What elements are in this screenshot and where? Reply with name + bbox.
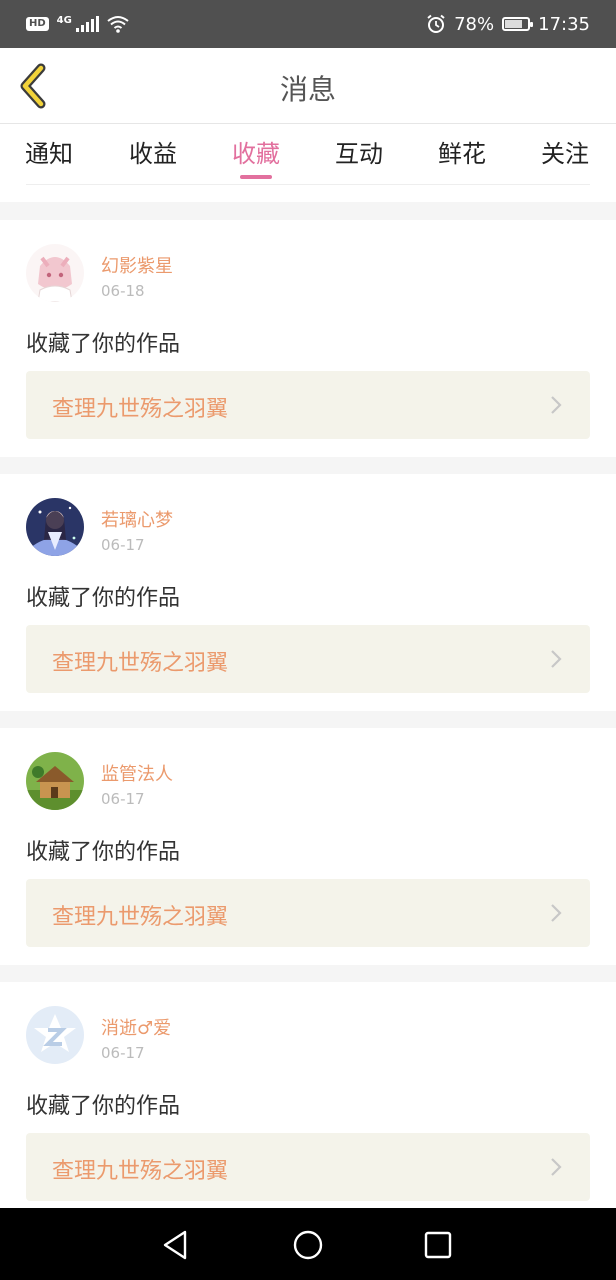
chevron-right-icon	[551, 904, 562, 922]
message-date: 06-18	[101, 282, 145, 300]
tab-label: 收藏	[232, 140, 280, 168]
avatar[interactable]	[26, 244, 84, 302]
tab-notice[interactable]: 通知	[14, 134, 84, 169]
chevron-right-icon	[551, 650, 562, 668]
hd-badge: HD	[26, 17, 49, 31]
work-link[interactable]: 查理九世殇之羽翼	[26, 371, 590, 439]
message-card: 监管法人 06-17 收藏了你的作品 查理九世殇之羽翼	[0, 728, 616, 965]
tab-underline	[240, 175, 272, 179]
system-nav-bar	[0, 1208, 616, 1280]
tab-follow[interactable]: 关注	[530, 134, 600, 169]
chevron-right-icon	[551, 396, 562, 414]
avatar[interactable]	[26, 752, 84, 810]
status-bar: HD 4G 78% 17:35	[0, 0, 616, 48]
recents-square-icon[interactable]	[421, 1228, 455, 1262]
work-title: 查理九世殇之羽翼	[52, 651, 229, 676]
action-text: 收藏了你的作品	[26, 586, 181, 611]
battery-percent: 78%	[454, 13, 495, 35]
page-title: 消息	[279, 73, 336, 106]
username[interactable]: 若璃心梦	[101, 506, 173, 532]
tab-label: 鲜花	[438, 140, 486, 168]
message-date: 06-17	[101, 1044, 145, 1062]
tab-label: 互动	[335, 140, 383, 168]
network-type: 4G	[56, 14, 72, 26]
tab-label: 收益	[129, 140, 177, 168]
username[interactable]: 消逝♂爱	[101, 1014, 171, 1040]
battery-icon	[502, 17, 534, 31]
avatar[interactable]	[26, 498, 84, 556]
work-title: 查理九世殇之羽翼	[52, 905, 229, 930]
action-text: 收藏了你的作品	[26, 332, 181, 357]
avatar[interactable]	[26, 1006, 84, 1064]
message-card: 消逝♂爱 06-17 收藏了你的作品 查理九世殇之羽翼	[0, 982, 616, 1219]
username[interactable]: 幻影紫星	[101, 252, 173, 278]
status-right: 78% 17:35	[426, 14, 590, 35]
back-triangle-icon[interactable]	[159, 1228, 193, 1262]
message-date: 06-17	[101, 536, 145, 554]
app-header: 消息	[0, 48, 616, 124]
tab-label: 关注	[541, 140, 589, 168]
action-text: 收藏了你的作品	[26, 840, 181, 865]
tab-bar: 通知 收益 收藏 互动 鲜花 关注	[0, 124, 616, 202]
alarm-icon	[427, 14, 445, 33]
message-date: 06-17	[101, 790, 145, 808]
action-text: 收藏了你的作品	[26, 1094, 181, 1119]
message-card: 若璃心梦 06-17 收藏了你的作品 查理九世殇之羽翼	[0, 474, 616, 711]
status-left: HD 4G	[26, 15, 129, 33]
tab-earnings[interactable]: 收益	[118, 134, 188, 169]
wifi-icon	[107, 16, 129, 33]
work-link[interactable]: 查理九世殇之羽翼	[26, 879, 590, 947]
tab-favorites[interactable]: 收藏	[221, 134, 291, 179]
work-title: 查理九世殇之羽翼	[52, 397, 229, 422]
tab-interaction[interactable]: 互动	[324, 134, 394, 169]
username[interactable]: 监管法人	[101, 760, 173, 786]
chevron-right-icon	[551, 1158, 562, 1176]
work-link[interactable]: 查理九世殇之羽翼	[26, 1133, 590, 1201]
clock: 17:35	[538, 13, 590, 35]
work-title: 查理九世殇之羽翼	[52, 1159, 229, 1184]
home-circle-icon[interactable]	[291, 1228, 325, 1262]
tabs-divider	[26, 184, 590, 185]
tab-label: 通知	[25, 140, 73, 168]
message-card: 幻影紫星 06-18 收藏了你的作品 查理九世殇之羽翼	[0, 220, 616, 457]
work-link[interactable]: 查理九世殇之羽翼	[26, 625, 590, 693]
signal-icon	[75, 16, 99, 32]
tab-flowers[interactable]: 鲜花	[427, 134, 497, 169]
